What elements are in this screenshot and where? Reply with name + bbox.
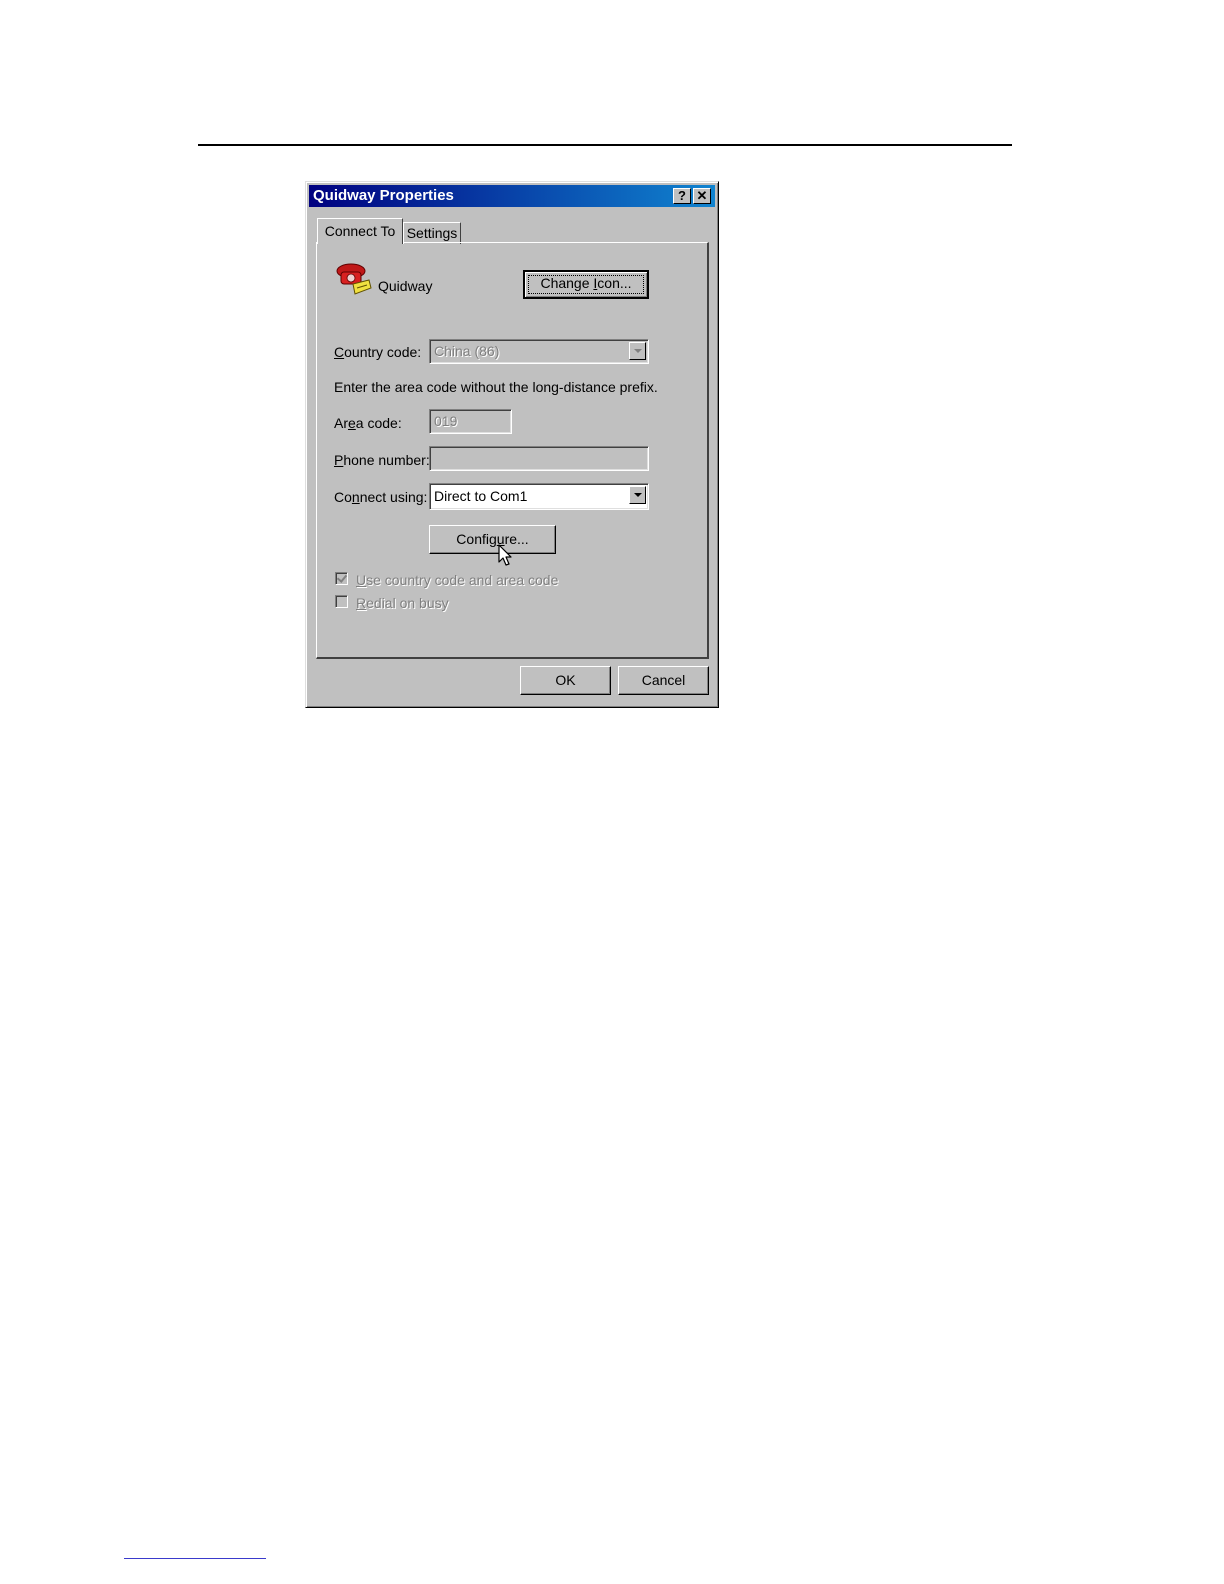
footnote-rule [124, 1558, 266, 1559]
phone-number-label: Phone number: [334, 452, 430, 468]
label-part: Co [334, 489, 352, 505]
area-code-value: 019 [434, 413, 458, 429]
tab-settings[interactable]: Settings [403, 222, 461, 244]
label-part: Ar [334, 415, 348, 431]
connect-using-label: Connect using: [334, 489, 427, 505]
label-part: nect using: [359, 489, 428, 505]
label-part: U [356, 572, 367, 588]
connect-using-value: Direct to Com1 [434, 488, 528, 504]
label-part: edial on busy [366, 595, 449, 611]
country-code-value: China (86) [434, 343, 500, 359]
area-code-hint: Enter the area code without the long-dis… [334, 379, 658, 395]
tab-label: Connect To [324, 223, 396, 239]
chevron-down-icon[interactable] [629, 486, 646, 504]
dialog-title: Quidway Properties [313, 187, 454, 204]
help-button[interactable]: ? [673, 188, 691, 204]
tab-connect-to[interactable]: Connect To [317, 218, 403, 244]
use-country-code-label: Use country code and area code [356, 572, 558, 588]
phone-number-input[interactable] [429, 446, 649, 471]
check-icon [336, 572, 348, 583]
connect-using-select[interactable]: Direct to Com1 [429, 483, 649, 510]
country-code-label: Country code: [334, 344, 421, 360]
ok-button[interactable]: OK [520, 666, 611, 695]
close-icon: ✕ [696, 188, 708, 203]
button-label: Config [456, 531, 497, 547]
properties-dialog: Quidway Properties ? ✕ Connect To Settin… [305, 181, 719, 708]
focus-ring [528, 275, 644, 294]
label-part: P [334, 452, 344, 468]
close-button[interactable]: ✕ [693, 188, 711, 204]
button-label: OK [555, 672, 576, 688]
telephone-icon [336, 263, 372, 295]
label-part: C [334, 344, 345, 360]
label-part: hone number: [343, 452, 430, 468]
label-part: ountry code: [344, 344, 422, 360]
connection-name: Quidway [378, 278, 433, 294]
area-code-label: Area code: [334, 415, 402, 431]
cancel-button[interactable]: Cancel [618, 666, 709, 695]
change-icon-button[interactable]: Change Icon... [523, 270, 649, 299]
page-top-rule [198, 144, 1012, 146]
chevron-down-icon[interactable] [629, 342, 646, 360]
label-part: R [356, 595, 367, 611]
title-bar[interactable]: Quidway Properties ? ✕ [309, 185, 715, 207]
question-mark-icon: ? [678, 188, 686, 203]
use-country-code-checkbox[interactable] [335, 572, 348, 585]
configure-button[interactable]: Configure... [429, 525, 556, 554]
label-part: e [348, 415, 356, 431]
label-part: a code: [355, 415, 402, 431]
country-code-select[interactable]: China (86) [429, 339, 649, 364]
button-label: Cancel [641, 672, 686, 688]
label-part: se country code and area code [366, 572, 559, 588]
tab-label: Settings [406, 225, 458, 241]
area-code-input[interactable]: 019 [429, 409, 512, 434]
redial-on-busy-checkbox[interactable] [335, 595, 348, 608]
mouse-cursor-icon [498, 544, 512, 566]
label-part: n [351, 489, 360, 505]
redial-on-busy-label: Redial on busy [356, 595, 449, 611]
